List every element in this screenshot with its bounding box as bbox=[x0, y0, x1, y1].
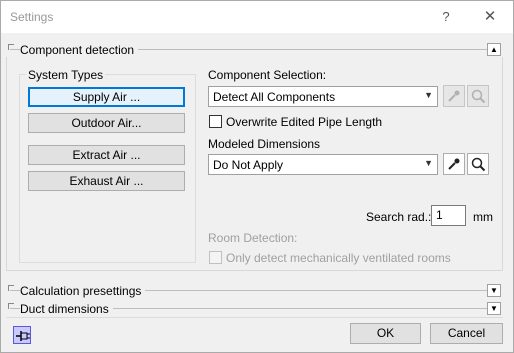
pipette-icon bbox=[448, 158, 460, 170]
supply-air-button[interactable]: Supply Air ... bbox=[28, 87, 185, 107]
cancel-button[interactable]: Cancel bbox=[430, 323, 503, 344]
overwrite-pipe-length-label: Overwrite Edited Pipe Length bbox=[226, 115, 383, 129]
footer-divider bbox=[6, 317, 503, 318]
section-component-detection[interactable]: Component detection ▲ bbox=[6, 43, 503, 57]
overwrite-pipe-length-checkbox[interactable] bbox=[209, 115, 222, 128]
chevron-down-icon: ▼ bbox=[424, 158, 433, 168]
outdoor-air-button[interactable]: Outdoor Air... bbox=[28, 113, 185, 133]
pipette-icon bbox=[448, 90, 460, 102]
pipette-button-disabled bbox=[443, 85, 465, 107]
magnifier-icon bbox=[471, 89, 486, 104]
collapse-up-icon[interactable]: ▲ bbox=[487, 43, 501, 56]
section-duct-dimensions[interactable]: Duct dimensions ▼ bbox=[6, 302, 503, 316]
search-radius-label: Search rad.: bbox=[366, 210, 432, 224]
search-radius-input[interactable]: 1 bbox=[431, 205, 466, 226]
help-icon[interactable]: ? bbox=[428, 5, 464, 29]
magnifier-icon bbox=[471, 157, 486, 172]
title-bar: Settings ? ✕ bbox=[1, 1, 513, 33]
pipette-button[interactable] bbox=[443, 153, 465, 175]
room-detection-checkbox bbox=[209, 251, 222, 264]
close-icon[interactable]: ✕ bbox=[472, 5, 508, 29]
modeled-dimensions-value: Do Not Apply bbox=[213, 158, 284, 172]
component-selection-value: Detect All Components bbox=[213, 90, 336, 104]
chevron-down-icon: ▼ bbox=[424, 90, 433, 100]
system-types-label: System Types bbox=[26, 68, 106, 82]
section-title: Component detection bbox=[20, 43, 139, 57]
section-title: Duct dimensions bbox=[20, 302, 113, 316]
room-detection-checkbox-label: Only detect mechanically ventilated room… bbox=[226, 251, 451, 265]
section-calculation-presettings[interactable]: Calculation presettings ▼ bbox=[6, 284, 503, 298]
ok-button[interactable]: OK bbox=[350, 323, 421, 344]
exhaust-air-button[interactable]: Exhaust Air ... bbox=[28, 171, 185, 191]
component-selection-label: Component Selection: bbox=[208, 68, 327, 82]
settings-dialog: Settings ? ✕ Component detection ▲ Syste… bbox=[0, 0, 514, 353]
search-radius-unit: mm bbox=[473, 210, 493, 224]
expand-down-icon[interactable]: ▼ bbox=[487, 302, 501, 315]
component-selection-select[interactable]: Detect All Components ▼ bbox=[208, 86, 438, 107]
modeled-dimensions-select[interactable]: Do Not Apply ▼ bbox=[208, 154, 438, 175]
room-detection-label: Room Detection: bbox=[208, 231, 298, 245]
pin-button[interactable] bbox=[13, 326, 31, 344]
search-button-disabled bbox=[467, 85, 489, 107]
dialog-title: Settings bbox=[10, 10, 54, 24]
search-button[interactable] bbox=[467, 153, 489, 175]
extract-air-button[interactable]: Extract Air ... bbox=[28, 145, 185, 165]
expand-down-icon[interactable]: ▼ bbox=[487, 284, 501, 297]
modeled-dimensions-label: Modeled Dimensions bbox=[208, 137, 321, 151]
section-title: Calculation presettings bbox=[20, 284, 146, 298]
pin-icon bbox=[16, 331, 30, 341]
